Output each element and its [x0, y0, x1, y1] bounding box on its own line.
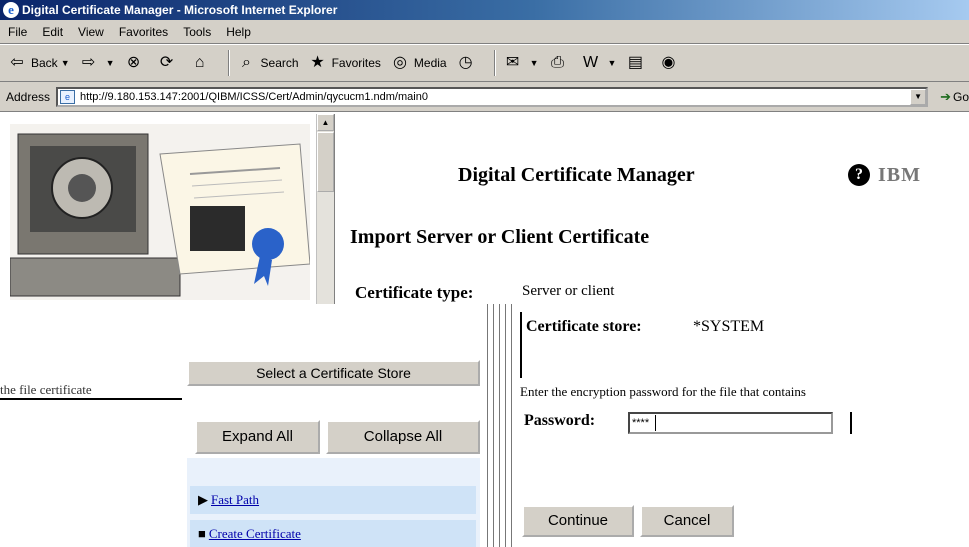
mail-dropdown-icon[interactable]: ▼	[530, 58, 539, 68]
menu-file[interactable]: File	[8, 25, 27, 39]
window-titlebar: e Digital Certificate Manager - Microsof…	[0, 0, 969, 20]
media-button-label: Media	[413, 56, 447, 70]
history-button[interactable]: ◷	[455, 52, 480, 74]
back-arrow-icon: ⇦	[10, 54, 24, 71]
back-button-label: Back	[31, 56, 58, 70]
menu-bar: File Edit View Favorites Tools Help	[0, 20, 969, 44]
expand-all-button[interactable]: Expand All	[195, 420, 320, 454]
page-icon: e	[60, 89, 76, 104]
go-arrow-icon: ➔	[940, 88, 951, 104]
address-label: Address	[6, 89, 51, 104]
print-button[interactable]: ⎙	[547, 52, 572, 74]
help-icon[interactable]: ?	[848, 164, 870, 186]
nav-item-label: Fast Path	[211, 492, 260, 507]
password-instructions: Enter the encryption password for the fi…	[520, 384, 806, 399]
refresh-icon: ⟳	[159, 54, 174, 71]
edit-dropdown-icon[interactable]: ▼	[608, 58, 617, 68]
address-bar: Address e http://9.180.153.147:2001/QIBM…	[0, 82, 969, 112]
messenger-icon: ◉	[661, 54, 676, 71]
certificate-type-label: Certificate type:	[355, 283, 474, 302]
menu-edit[interactable]: Edit	[42, 25, 63, 39]
media-icon: ◎	[392, 54, 407, 71]
home-icon: ⌂	[194, 54, 205, 71]
address-input[interactable]: e http://9.180.153.147:2001/QIBM/ICSS/Ce…	[56, 86, 929, 107]
stop-button[interactable]: ⊗	[123, 52, 148, 74]
mail-icon: ✉	[505, 54, 520, 71]
menu-favorites[interactable]: Favorites	[119, 25, 168, 39]
expand-triangle-icon: ▶	[198, 492, 208, 507]
nav-item-label: Create Certificate	[208, 526, 301, 541]
messenger-button[interactable]: ◉	[657, 52, 682, 74]
page-heading: Import Server or Client Certificate	[350, 226, 650, 248]
back-dropdown-icon[interactable]: ▼	[61, 58, 70, 68]
password-value: ****	[632, 417, 650, 429]
square-bullet-icon: ■	[198, 526, 206, 541]
menu-view[interactable]: View	[78, 25, 104, 39]
select-certificate-store-button[interactable]: Select a Certificate Store	[187, 360, 480, 386]
print-icon: ⎙	[551, 54, 564, 71]
word-edit-icon: W	[582, 54, 599, 71]
forward-arrow-icon: ⇨	[81, 54, 96, 71]
history-icon: ◷	[458, 54, 473, 71]
forward-dropdown-icon[interactable]: ▼	[106, 58, 115, 68]
field-edge	[850, 412, 852, 434]
file-text-fragment: the file certificate	[0, 382, 182, 399]
discuss-button[interactable]: ▤	[624, 52, 649, 74]
refresh-button[interactable]: ⟳	[156, 52, 181, 74]
go-button-label: Go	[952, 89, 969, 104]
go-button[interactable]: ➔ Go	[940, 89, 969, 105]
collapse-all-button[interactable]: Collapse All	[326, 420, 480, 454]
window-title: Digital Certificate Manager - Microsoft …	[22, 3, 338, 17]
edit-button[interactable]: W ▼	[580, 52, 617, 74]
media-button[interactable]: ◎ Media	[389, 52, 447, 74]
address-url: http://9.180.153.147:2001/QIBM/ICSS/Cert…	[80, 90, 428, 103]
ibm-logo: IBM	[878, 164, 921, 186]
nav-item-create-certificate[interactable]: ■ Create Certificate	[190, 520, 476, 547]
discuss-icon: ▤	[627, 54, 644, 71]
password-field[interactable]: ****	[628, 412, 833, 434]
browser-toolbar: ⇦ Back ▼ ⇨ ▼ ⊗ ⟳ ⌂ ⌕ Search ★ Favorites …	[0, 44, 969, 82]
app-title: Digital Certificate Manager	[458, 164, 695, 186]
left-frame-scrollbar[interactable]: ▲	[316, 114, 334, 304]
forward-button[interactable]: ⇨ ▼	[78, 52, 115, 74]
certificate-type-value: Server or client	[522, 283, 615, 299]
search-button[interactable]: ⌕ Search	[236, 52, 299, 74]
scroll-thumb[interactable]	[317, 132, 334, 192]
menu-help[interactable]: Help	[226, 25, 251, 39]
nav-item-fast-path[interactable]: ▶ Fast Path	[190, 486, 476, 514]
favorites-button-label: Favorites	[331, 56, 381, 70]
search-button-label: Search	[260, 56, 299, 70]
password-label: Password:	[524, 412, 596, 429]
toolbar-separator	[227, 50, 230, 76]
toolbar-separator	[493, 50, 496, 76]
menu-tools[interactable]: Tools	[183, 25, 211, 39]
home-button[interactable]: ⌂	[189, 52, 214, 74]
frame-divider[interactable]	[485, 304, 513, 547]
back-button[interactable]: ⇦ Back ▼	[6, 52, 70, 74]
certificate-store-label: Certificate store:	[526, 318, 642, 335]
continue-button[interactable]: Continue	[522, 505, 634, 537]
address-dropdown-icon[interactable]: ▼	[910, 88, 927, 105]
certificate-illustration	[10, 124, 310, 300]
text-caret	[655, 415, 657, 432]
certificate-store-value: *SYSTEM	[693, 318, 765, 335]
stop-icon: ⊗	[126, 54, 141, 71]
ie-logo-icon: e	[3, 2, 19, 18]
mail-button[interactable]: ✉ ▼	[502, 52, 539, 74]
search-icon: ⌕	[242, 54, 252, 71]
favorites-icon: ★	[310, 54, 325, 71]
horizontal-rule	[0, 398, 182, 400]
scroll-up-arrow-icon[interactable]: ▲	[317, 114, 334, 131]
favorites-button[interactable]: ★ Favorites	[307, 52, 381, 74]
cancel-button[interactable]: Cancel	[640, 505, 734, 537]
